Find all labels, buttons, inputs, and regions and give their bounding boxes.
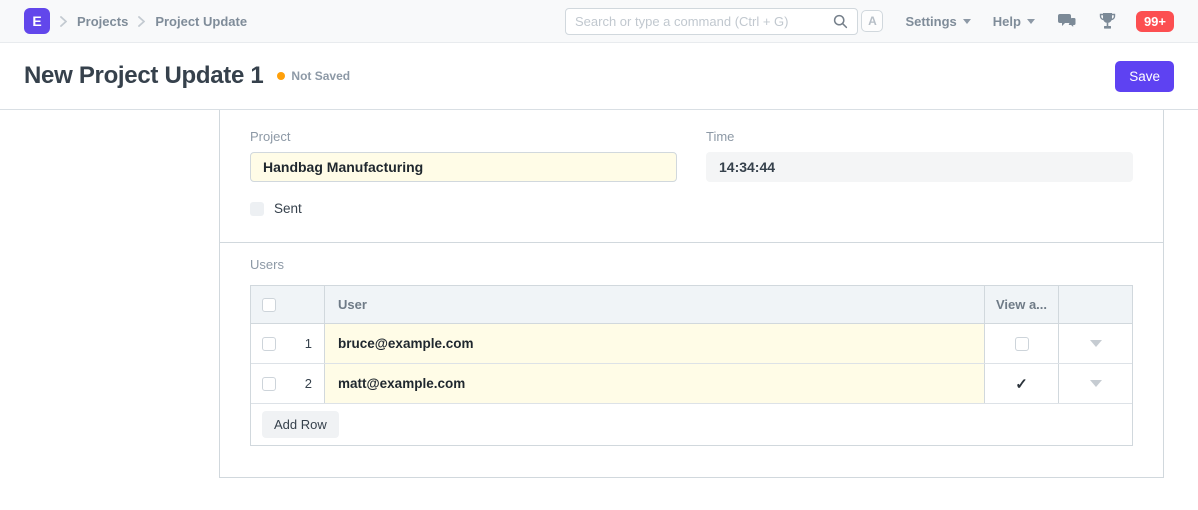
expand-row-icon[interactable] (1090, 380, 1102, 387)
search-input[interactable] (575, 14, 833, 29)
page-head: New Project Update 1 Not Saved Save (0, 43, 1198, 110)
chevron-down-icon (963, 19, 971, 24)
view-attachments-cell[interactable] (984, 324, 1058, 363)
form-section-details: Project Handbag Manufacturing Time 14:34… (220, 110, 1163, 243)
user-column-header: User (324, 286, 984, 323)
settings-label: Settings (905, 14, 956, 29)
navbar-right: A Settings Help 99+ (861, 10, 1174, 32)
form-body: Project Handbag Manufacturing Time 14:34… (0, 110, 1198, 509)
trophy-icon[interactable] (1099, 12, 1116, 30)
breadcrumb-projects[interactable]: Projects (77, 14, 128, 29)
select-all-checkbox[interactable] (262, 298, 276, 312)
sent-field: Sent (250, 201, 1133, 216)
row-index: 2 (276, 376, 324, 391)
status-indicator: Not Saved (277, 69, 350, 83)
time-field: 14:34:44 (706, 152, 1133, 182)
expand-row-icon[interactable] (1090, 340, 1102, 347)
row-actions-cell[interactable] (1058, 324, 1132, 363)
user-cell[interactable]: bruce@example.com (324, 324, 984, 363)
users-grid-footer: Add Row (251, 404, 1132, 445)
view-attachments-cell[interactable]: ✓ (984, 364, 1058, 403)
row-select-checkbox[interactable] (262, 377, 276, 391)
app-logo[interactable]: E (24, 8, 50, 34)
status-dot-icon (277, 72, 285, 80)
avatar[interactable]: A (861, 10, 883, 32)
form-card: Project Handbag Manufacturing Time 14:34… (219, 110, 1164, 478)
project-field[interactable]: Handbag Manufacturing (250, 152, 677, 182)
navbar: E Projects Project Update A Settings Hel… (0, 0, 1198, 43)
users-grid-label: Users (250, 257, 1133, 272)
help-label: Help (993, 14, 1021, 29)
chevron-down-icon (1027, 19, 1035, 24)
chat-icon[interactable] (1057, 13, 1077, 30)
row-select-checkbox[interactable] (262, 337, 276, 351)
chevron-right-icon (138, 16, 145, 27)
settings-menu[interactable]: Settings (905, 14, 970, 29)
help-menu[interactable]: Help (993, 14, 1035, 29)
add-row-button[interactable]: Add Row (262, 411, 339, 438)
user-cell[interactable]: matt@example.com (324, 364, 984, 403)
notifications-badge[interactable]: 99+ (1136, 11, 1174, 32)
time-field-label: Time (706, 129, 1133, 144)
table-row: 1 bruce@example.com (251, 324, 1132, 364)
row-actions-cell[interactable] (1058, 364, 1132, 403)
users-grid: User View a... 1 bruce@example.com (250, 285, 1133, 446)
checkmark-icon: ✓ (1015, 375, 1028, 393)
row-index: 1 (276, 336, 324, 351)
chevron-right-icon (60, 16, 67, 27)
project-field-label: Project (250, 129, 677, 144)
form-section-users: Users User View a... 1 (220, 243, 1163, 446)
save-button[interactable]: Save (1115, 61, 1174, 92)
table-row: 2 matt@example.com ✓ (251, 364, 1132, 404)
search-icon (833, 14, 848, 29)
view-attachments-checkbox[interactable] (1015, 337, 1029, 351)
sent-checkbox[interactable] (250, 202, 264, 216)
breadcrumb-project-update[interactable]: Project Update (155, 14, 247, 29)
page-title: New Project Update 1 (24, 62, 263, 90)
global-search[interactable] (565, 8, 858, 35)
actions-column-header (1058, 286, 1132, 323)
view-attachments-column-header: View a... (984, 286, 1058, 323)
status-text: Not Saved (291, 69, 350, 83)
sent-label: Sent (274, 201, 302, 216)
users-grid-header: User View a... (251, 286, 1132, 324)
